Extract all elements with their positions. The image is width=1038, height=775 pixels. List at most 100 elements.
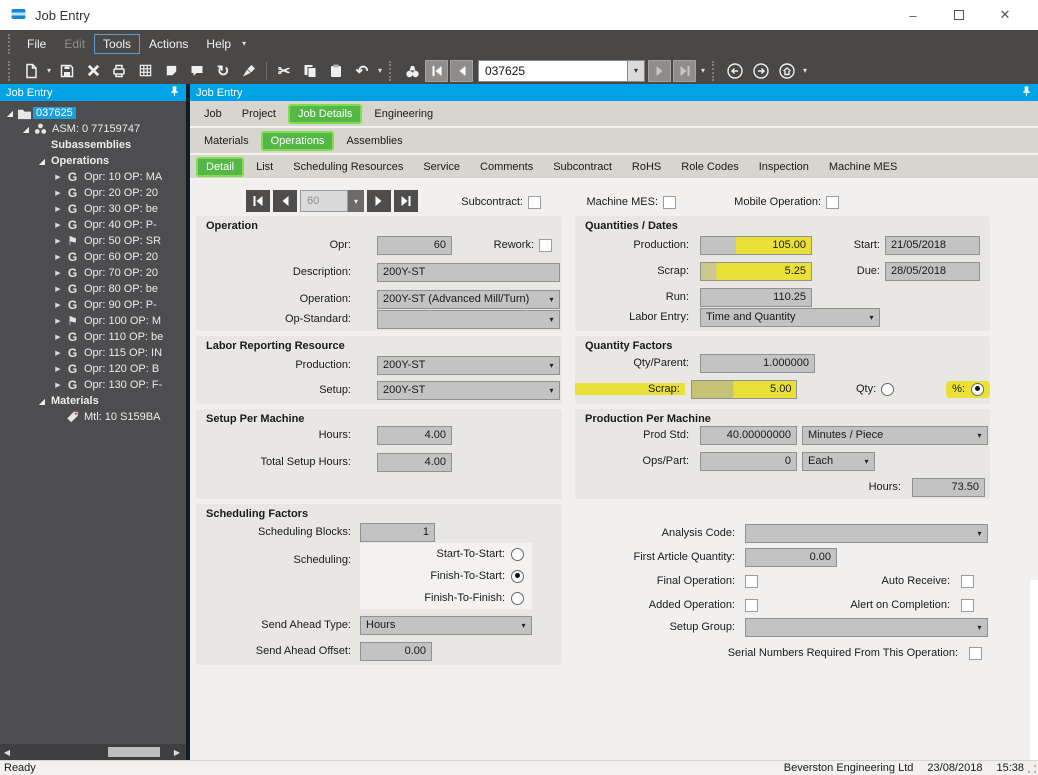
tree-item-job[interactable]: ◢ 037625 — [0, 105, 186, 121]
history-dropdown-icon[interactable]: ▾ — [800, 66, 810, 75]
collapse-icon[interactable]: ▶ — [52, 285, 64, 293]
analysis-code-dropdown[interactable]: ▾ — [745, 524, 988, 543]
tree-item-opr-50[interactable]: ▶⚑Opr: 50 OP: SR — [0, 233, 186, 249]
resize-grip[interactable] — [1027, 764, 1037, 774]
description-field[interactable]: 200Y-ST — [377, 263, 560, 282]
tree-item-opr-60[interactable]: ▶GOpr: 60 OP: 20 — [0, 249, 186, 265]
tree-item-opr-90[interactable]: ▶GOpr: 90 OP: P- — [0, 297, 186, 313]
tab-engineering[interactable]: Engineering — [364, 104, 443, 124]
vertical-scrollbar-track[interactable] — [1030, 580, 1038, 775]
alert-on-completion-checkbox[interactable] — [961, 599, 974, 612]
tab-operations[interactable]: Operations — [261, 131, 335, 151]
operation-dropdown[interactable]: 200Y-ST (Advanced Mill/Turn)▾ — [377, 290, 560, 309]
collapse-icon[interactable]: ▶ — [52, 269, 64, 277]
start-date-field[interactable]: 21/05/2018 — [885, 236, 980, 255]
ops-part-field[interactable]: 0 — [700, 452, 797, 471]
scheduling-blocks-field[interactable]: 1 — [360, 523, 435, 542]
close-button[interactable]: ✕ — [982, 1, 1028, 29]
menu-actions[interactable]: Actions — [140, 34, 197, 54]
chevron-down-icon[interactable]: ▾ — [972, 431, 987, 440]
chevron-down-icon[interactable]: ▾ — [516, 621, 531, 630]
chevron-down-icon[interactable]: ▾ — [544, 361, 559, 370]
chevron-down-icon[interactable]: ▾ — [972, 529, 987, 538]
copy-button[interactable] — [297, 59, 323, 82]
maximize-button[interactable] — [936, 1, 982, 29]
back-button[interactable] — [722, 59, 748, 82]
serial-numbers-checkbox[interactable] — [969, 647, 982, 660]
final-operation-checkbox[interactable] — [745, 575, 758, 588]
memo-button[interactable] — [158, 59, 184, 82]
scroll-right-icon[interactable]: ▶ — [170, 748, 184, 757]
tab-rohs[interactable]: RoHS — [622, 157, 671, 177]
new-dropdown-icon[interactable]: ▾ — [44, 66, 54, 75]
ops-part-uom-dropdown[interactable]: Each▾ — [802, 452, 875, 471]
previous-record-button[interactable] — [450, 60, 473, 82]
prod-std-field[interactable]: 40.00000000 — [700, 426, 797, 445]
machine-hours-field[interactable]: 73.50 — [912, 478, 985, 497]
tab-detail[interactable]: Detail — [196, 157, 244, 177]
pin-icon[interactable] — [1021, 85, 1032, 100]
record-combo[interactable]: 037625 ▾ — [478, 60, 645, 82]
clear-button[interactable] — [236, 59, 262, 82]
tab-job-details[interactable]: Job Details — [288, 104, 362, 124]
tab-list[interactable]: List — [246, 157, 283, 177]
chevron-down-icon[interactable]: ▾ — [859, 457, 874, 466]
cut-button[interactable]: ✂ — [271, 59, 297, 82]
tab-project[interactable]: Project — [232, 104, 286, 124]
operation-number-combo[interactable]: 60 ▾ — [300, 190, 364, 212]
new-button[interactable] — [18, 59, 44, 82]
tree-item-opr-30[interactable]: ▶GOpr: 30 OP: be — [0, 201, 186, 217]
tree-item-opr-115[interactable]: ▶GOpr: 115 OP: IN — [0, 345, 186, 361]
tree-item-opr-120[interactable]: ▶GOpr: 120 OP: B — [0, 361, 186, 377]
tree-item-opr-130[interactable]: ▶GOpr: 130 OP: F- — [0, 377, 186, 393]
start-to-start-radio[interactable] — [511, 548, 524, 561]
total-setup-hours-field[interactable]: 4.00 — [377, 453, 452, 472]
tree-item-opr-100[interactable]: ▶⚑Opr: 100 OP: M — [0, 313, 186, 329]
chevron-down-icon[interactable]: ▾ — [544, 386, 559, 395]
collapse-icon[interactable]: ▶ — [52, 205, 64, 213]
expand-icon[interactable]: ◢ — [4, 109, 16, 118]
rework-checkbox[interactable] — [539, 239, 552, 252]
tab-materials[interactable]: Materials — [194, 131, 259, 151]
search-button[interactable] — [399, 59, 425, 82]
tree-item-opr-80[interactable]: ▶GOpr: 80 OP: be — [0, 281, 186, 297]
tab-inspection[interactable]: Inspection — [749, 157, 819, 177]
prod-std-uom-dropdown[interactable]: Minutes / Piece▾ — [802, 426, 988, 445]
tab-service[interactable]: Service — [413, 157, 470, 177]
pin-icon[interactable] — [169, 85, 180, 100]
tab-assemblies[interactable]: Assemblies — [336, 131, 412, 151]
save-button[interactable] — [54, 59, 80, 82]
comment-button[interactable] — [184, 59, 210, 82]
tab-machine-mes[interactable]: Machine MES — [819, 157, 907, 177]
expand-icon[interactable]: ◢ — [20, 125, 32, 134]
finish-to-start-radio[interactable] — [511, 570, 524, 583]
collapse-icon[interactable]: ▶ — [52, 349, 64, 357]
first-operation-button[interactable] — [246, 190, 270, 212]
next-operation-button[interactable] — [367, 190, 391, 212]
undo-dropdown-icon[interactable]: ▾ — [375, 66, 385, 75]
tree-item-mtl-10[interactable]: Mtl: 10 S159BA — [0, 409, 186, 425]
op-standard-dropdown[interactable]: ▾ — [377, 310, 560, 329]
print-button[interactable] — [106, 59, 132, 82]
menu-file[interactable]: File — [18, 34, 55, 54]
previous-operation-button[interactable] — [273, 190, 297, 212]
tree-item-opr-110[interactable]: ▶GOpr: 110 OP: be — [0, 329, 186, 345]
grid-button[interactable] — [132, 59, 158, 82]
refresh-button[interactable]: ↻ — [210, 59, 236, 82]
delete-button[interactable] — [80, 59, 106, 82]
mobile-operation-checkbox[interactable] — [826, 196, 839, 209]
collapse-icon[interactable]: ▶ — [52, 253, 64, 261]
first-article-field[interactable]: 0.00 — [745, 548, 837, 567]
record-combo-caret-icon[interactable]: ▾ — [628, 60, 645, 82]
collapse-icon[interactable]: ▶ — [52, 301, 64, 309]
home-button[interactable] — [774, 59, 800, 82]
expand-icon[interactable]: ◢ — [36, 397, 48, 406]
labor-production-dropdown[interactable]: 200Y-ST▾ — [377, 356, 560, 375]
record-combo-value[interactable]: 037625 — [478, 60, 628, 82]
expand-icon[interactable]: ◢ — [36, 157, 48, 166]
send-ahead-type-dropdown[interactable]: Hours▾ — [360, 616, 532, 635]
labor-entry-dropdown[interactable]: Time and Quantity▾ — [700, 308, 880, 327]
run-qty-field[interactable]: 110.25 — [700, 288, 812, 307]
operation-number-value[interactable]: 60 — [300, 190, 348, 212]
auto-receive-checkbox[interactable] — [961, 575, 974, 588]
